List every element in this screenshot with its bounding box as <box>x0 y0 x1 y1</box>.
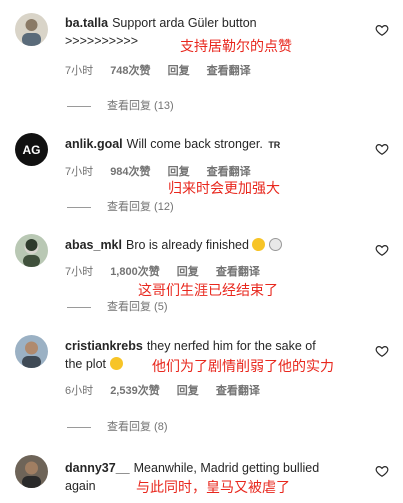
comment-body-line2: >>>>>>>>>> <box>65 34 138 48</box>
comment-meta: 7小时 748次赞 回复 查看翻译 <box>65 62 265 78</box>
view-replies-button[interactable]: 查看回复 (13) <box>67 97 174 113</box>
see-translation-button[interactable]: 查看翻译 <box>216 266 260 278</box>
divider-line <box>67 206 91 208</box>
comment-text: anlik.goal Will come back stronger. TR <box>65 135 350 154</box>
comment-time: 6小时 <box>65 385 94 397</box>
skull-emoji-icon <box>268 238 282 251</box>
username[interactable]: anlik.goal <box>65 137 123 151</box>
translation-annotation: 他们为了剧情削弱了他的实力 <box>152 358 334 374</box>
verified-suffix: TR <box>268 140 281 150</box>
reply-button[interactable]: 回复 <box>177 266 199 278</box>
heart-icon[interactable] <box>375 464 389 478</box>
comment-meta: 7小时 1,800次赞 回复 查看翻译 <box>65 263 274 279</box>
username[interactable]: ba.talla <box>65 16 108 30</box>
avatar[interactable] <box>15 335 48 368</box>
translation-annotation: 归来时会更加强大 <box>168 180 280 196</box>
comment-time: 7小时 <box>65 166 94 178</box>
reply-button[interactable]: 回复 <box>168 166 190 178</box>
username[interactable]: cristiankrebs <box>65 339 143 353</box>
view-replies-button[interactable]: 查看回复 (8) <box>67 418 168 434</box>
svg-text:AG: AG <box>23 143 41 157</box>
heart-icon[interactable] <box>375 243 389 257</box>
divider-line <box>67 426 91 428</box>
view-replies-label: 查看回复 (13) <box>107 100 174 112</box>
translation-annotation: 支持居勒尔的点赞 <box>180 38 292 54</box>
comment-body-line2: again <box>65 479 96 493</box>
username[interactable]: abas_mkl <box>65 238 122 252</box>
heart-icon[interactable] <box>375 142 389 156</box>
translation-annotation: 与此同时，皇马又被虐了 <box>136 479 290 495</box>
comment-body: they nerfed him for the sake of <box>146 339 316 353</box>
divider-line <box>67 105 91 107</box>
like-count[interactable]: 984次赞 <box>110 166 150 178</box>
reply-button[interactable]: 回复 <box>177 385 199 397</box>
crying-face-emoji-icon <box>252 238 266 251</box>
comment-meta: 6小时 2,539次赞 回复 查看翻译 <box>65 382 274 398</box>
view-replies-button[interactable]: 查看回复 (5) <box>67 298 168 314</box>
comment-time: 7小时 <box>65 65 94 77</box>
avatar[interactable] <box>15 455 48 488</box>
comment-text: abas_mkl Bro is already finished <box>65 236 350 254</box>
comment-time: 7小时 <box>65 266 94 278</box>
comment-body: Bro is already finished <box>125 238 249 252</box>
view-replies-label: 查看回复 (8) <box>107 421 168 433</box>
reply-button[interactable]: 回复 <box>168 65 190 77</box>
view-replies-button[interactable]: 查看回复 (12) <box>67 198 174 214</box>
comment-meta: 7小时 984次赞 回复 查看翻译 <box>65 163 265 179</box>
like-count[interactable]: 1,800次赞 <box>110 266 160 278</box>
comment-body-line2: the plot <box>65 357 107 371</box>
see-translation-button[interactable]: 查看翻译 <box>207 65 251 77</box>
like-count[interactable]: 2,539次赞 <box>110 385 160 397</box>
comment-body: Support arda Güler button <box>112 16 257 30</box>
avatar[interactable]: AG <box>15 133 48 166</box>
view-replies-label: 查看回复 (5) <box>107 301 168 313</box>
divider-line <box>67 306 91 308</box>
see-translation-button[interactable]: 查看翻译 <box>207 166 251 178</box>
avatar[interactable] <box>15 13 48 46</box>
view-replies-label: 查看回复 (12) <box>107 201 174 213</box>
avatar[interactable] <box>15 234 48 267</box>
see-translation-button[interactable]: 查看翻译 <box>216 385 260 397</box>
comment-body: Will come back stronger. <box>126 137 263 151</box>
comment-body: Meanwhile, Madrid getting bullied <box>133 461 320 475</box>
like-count[interactable]: 748次赞 <box>110 65 150 77</box>
heart-icon[interactable] <box>375 344 389 358</box>
translation-annotation: 这哥们生涯已经结束了 <box>138 282 278 298</box>
heart-icon[interactable] <box>375 23 389 37</box>
smiling-face-emoji-icon <box>109 357 123 370</box>
username[interactable]: danny37__ <box>65 461 130 475</box>
